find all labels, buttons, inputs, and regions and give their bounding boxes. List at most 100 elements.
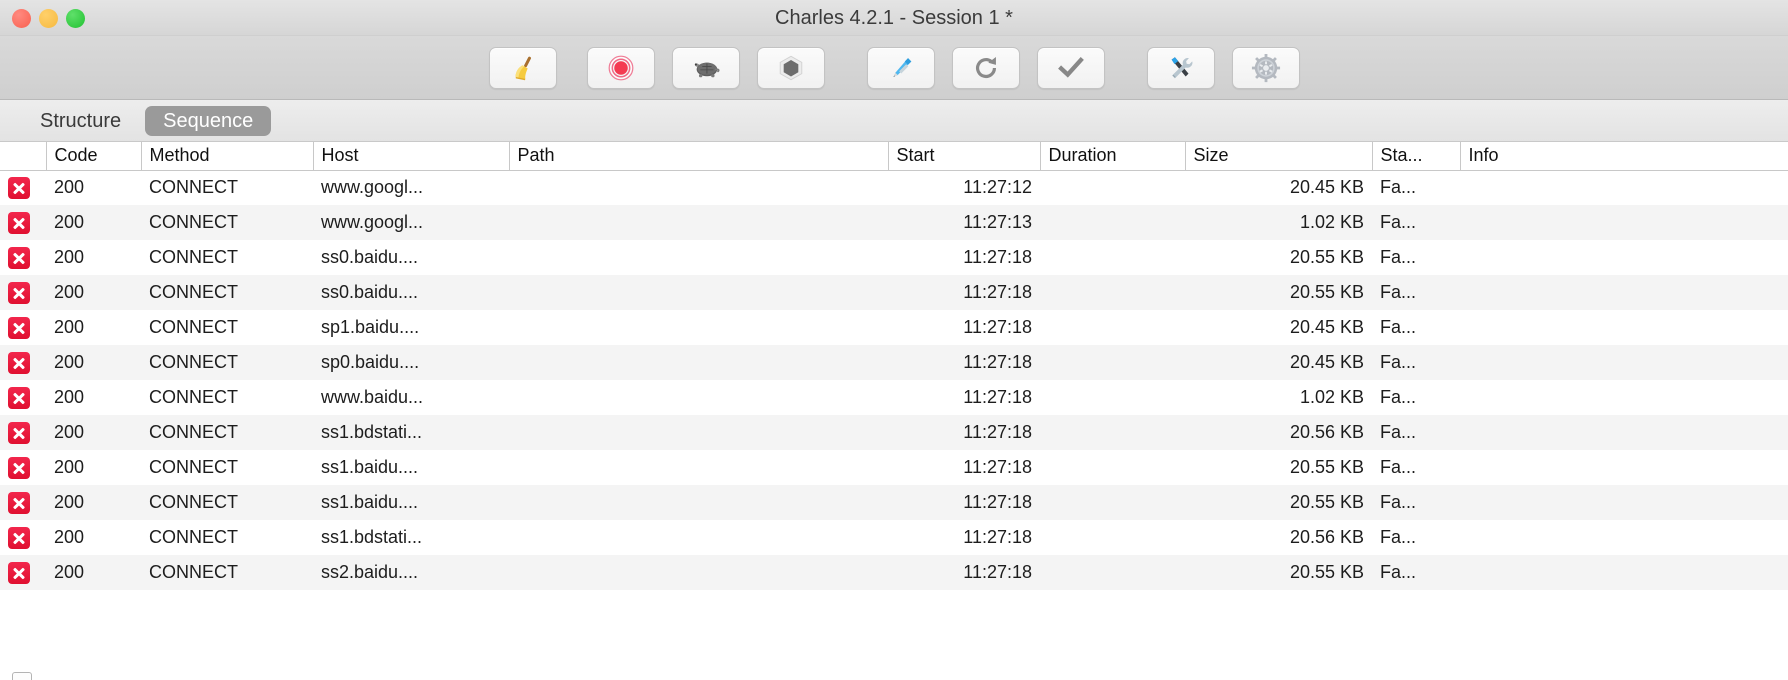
table-row[interactable]: 200 CONNECT www.googl... 11:27:13 1.02 KB Fa.… <box>0 205 1788 240</box>
cell-method: CONNECT <box>149 352 238 372</box>
cell-code: 200 <box>54 352 85 372</box>
cell-path <box>509 310 888 345</box>
cell-info <box>1460 205 1788 240</box>
cell-method: CONNECT <box>149 457 238 477</box>
repeat-button[interactable] <box>951 46 1020 89</box>
validate-button[interactable] <box>1036 46 1105 89</box>
maximize-window-button[interactable] <box>66 8 85 28</box>
tab-sequence[interactable]: Sequence <box>145 105 272 136</box>
record-button[interactable] <box>586 46 655 89</box>
sessions-table-container[interactable]: Code Method Host Path Start Duration Size Sta..… <box>0 142 1788 680</box>
cell-host: www.googl... <box>321 177 424 198</box>
cell-duration <box>1040 415 1185 450</box>
checkmark-icon <box>1056 53 1086 83</box>
cell-size: 20.55 KB <box>1289 457 1364 477</box>
cell-duration <box>1040 345 1185 380</box>
tab-structure[interactable]: Structure <box>22 106 139 136</box>
table-row[interactable]: 200 CONNECT ss2.baidu.... 11:27:18 20.55 KB F… <box>0 555 1788 590</box>
table-header: Code Method Host Path Start Duration Size Sta..… <box>0 142 1788 171</box>
cell-start: 11:27:18 <box>963 422 1032 442</box>
cell-size: 20.45 KB <box>1289 177 1364 198</box>
cell-status: Fa... <box>1380 492 1417 512</box>
cell-info <box>1460 240 1788 275</box>
cell-duration <box>1040 170 1185 205</box>
cell-status: Fa... <box>1380 387 1417 407</box>
cell-path <box>509 380 888 415</box>
cell-icon <box>0 310 46 345</box>
error-x-icon <box>8 526 30 549</box>
settings-button[interactable] <box>1231 46 1300 89</box>
cell-size: 20.45 KB <box>1289 352 1364 372</box>
cell-path <box>509 240 888 275</box>
table-row[interactable]: 200 CONNECT www.baidu... 11:27:18 1.02 KB Fa.… <box>0 380 1788 415</box>
tools-button[interactable] <box>1146 46 1215 89</box>
cell-method: CONNECT <box>149 317 238 337</box>
cell-status: Fa... <box>1380 562 1417 582</box>
table-row[interactable]: 200 CONNECT ss1.bdstati... 11:27:18 20.56 KB… <box>0 520 1788 555</box>
window-controls <box>12 0 85 36</box>
close-window-button[interactable] <box>12 8 31 28</box>
cell-info <box>1460 485 1788 520</box>
cell-info <box>1460 345 1788 380</box>
cell-start: 11:27:18 <box>963 282 1032 302</box>
cell-icon <box>0 205 46 240</box>
cell-size: 1.02 KB <box>1299 387 1364 407</box>
column-header-size[interactable]: Size <box>1185 142 1373 171</box>
hexagon-icon <box>776 53 806 83</box>
cell-size: 20.55 KB <box>1289 247 1364 267</box>
table-row[interactable]: 200 CONNECT ss1.baidu.... 11:27:18 20.55 KB F… <box>0 485 1788 520</box>
cell-code: 200 <box>54 387 85 407</box>
cell-method: CONNECT <box>149 387 238 407</box>
cell-duration <box>1040 205 1185 240</box>
cell-path <box>509 555 888 590</box>
cell-code: 200 <box>54 562 85 582</box>
cell-status: Fa... <box>1380 457 1417 477</box>
breakpoints-button[interactable] <box>756 46 825 89</box>
table-row[interactable]: 200 CONNECT ss1.baidu.... 11:27:18 20.55 KB F… <box>0 450 1788 485</box>
table-row[interactable]: 200 CONNECT www.googl... 11:27:12 20.45 KB Fa… <box>0 170 1788 205</box>
cell-icon <box>0 240 46 275</box>
cell-path <box>509 485 888 520</box>
cell-host: ss1.baidu.... <box>321 492 419 512</box>
column-header-host[interactable]: Host <box>313 142 510 171</box>
partial-next-row <box>0 672 1788 680</box>
table-row[interactable]: 200 CONNECT ss1.bdstati... 11:27:18 20.56 KB… <box>0 415 1788 450</box>
error-x-icon <box>8 281 30 304</box>
cell-method: CONNECT <box>149 492 238 512</box>
column-header-code[interactable]: Code <box>46 142 142 171</box>
table-row[interactable]: 200 CONNECT ss0.baidu.... 11:27:18 20.55 KB F… <box>0 240 1788 275</box>
checkbox-icon[interactable] <box>12 672 32 680</box>
cell-duration <box>1040 520 1185 555</box>
column-header-status[interactable]: Sta... <box>1372 142 1461 171</box>
cell-code: 200 <box>54 247 85 267</box>
cell-start: 11:27:18 <box>963 352 1032 372</box>
table-row[interactable]: 200 CONNECT ss0.baidu.... 11:27:18 20.55 KB F… <box>0 275 1788 310</box>
cell-icon <box>0 345 46 380</box>
column-header-icon[interactable] <box>0 142 47 171</box>
clear-session-button[interactable] <box>488 46 557 89</box>
column-header-path[interactable]: Path <box>509 142 889 171</box>
cell-status: Fa... <box>1380 282 1417 302</box>
column-header-info[interactable]: Info <box>1460 142 1788 171</box>
cell-code: 200 <box>54 282 85 302</box>
column-header-start[interactable]: Start <box>888 142 1041 171</box>
table-row[interactable]: 200 CONNECT sp1.baidu.... 11:27:18 20.45 KB F… <box>0 310 1788 345</box>
table-row[interactable]: 200 CONNECT sp0.baidu.... 11:27:18 20.45 KB F… <box>0 345 1788 380</box>
compose-button[interactable] <box>866 46 935 89</box>
cell-status: Fa... <box>1380 212 1417 232</box>
throttle-button[interactable] <box>671 46 740 89</box>
cell-method: CONNECT <box>149 562 238 582</box>
cell-host: ss0.baidu.... <box>321 282 419 302</box>
minimize-window-button[interactable] <box>39 8 58 28</box>
cell-code: 200 <box>54 212 85 232</box>
cell-info <box>1460 380 1788 415</box>
cell-path <box>509 170 888 205</box>
column-header-duration[interactable]: Duration <box>1040 142 1186 171</box>
error-x-icon <box>8 491 30 514</box>
cell-method: CONNECT <box>149 177 238 198</box>
error-x-icon <box>8 386 30 409</box>
cell-size: 20.55 KB <box>1289 492 1364 512</box>
table-header-row: Code Method Host Path Start Duration Size Sta..… <box>0 142 1788 171</box>
column-header-method[interactable]: Method <box>141 142 314 171</box>
window-title: Charles 4.2.1 - Session 1 * <box>775 7 1013 29</box>
